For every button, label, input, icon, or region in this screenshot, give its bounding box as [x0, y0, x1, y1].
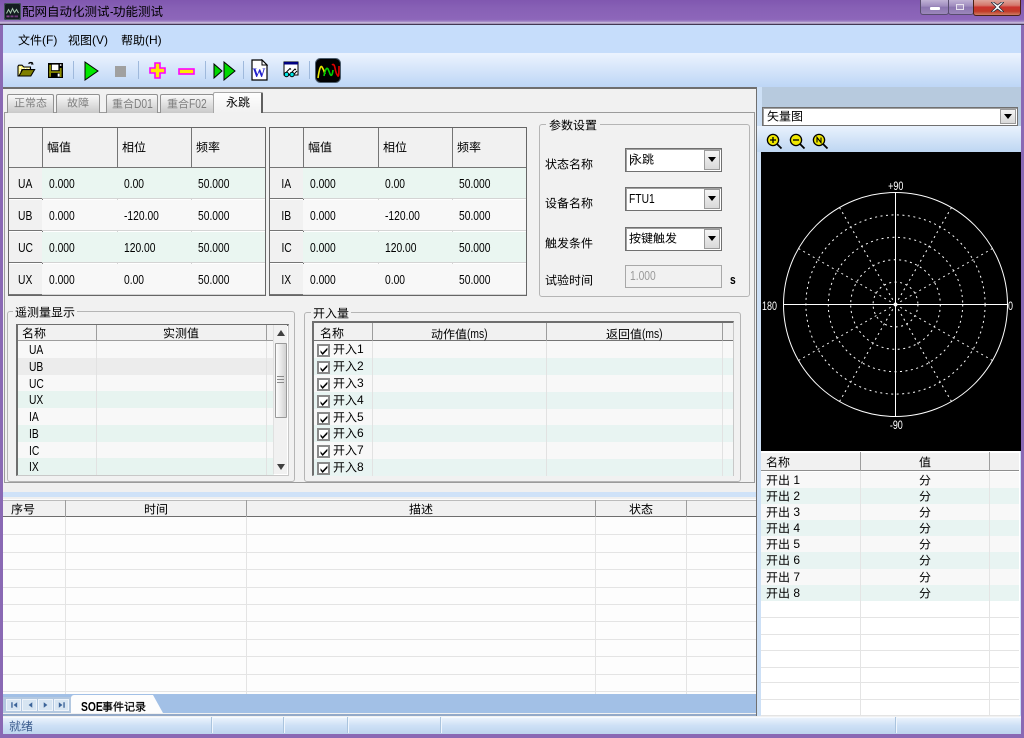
svg-text:W: W [253, 65, 266, 80]
